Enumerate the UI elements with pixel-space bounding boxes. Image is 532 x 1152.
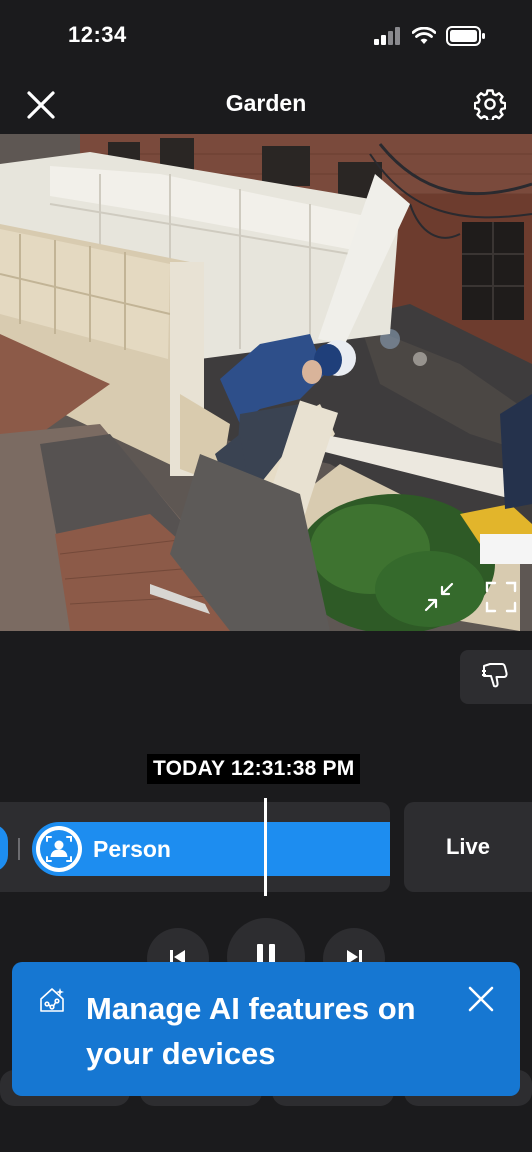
- wifi-icon: [411, 26, 437, 50]
- person-icon: [36, 826, 82, 872]
- camera-video-frame: [0, 134, 532, 631]
- timeline-divider: [18, 838, 20, 860]
- cellular-signal-icon: [374, 27, 402, 50]
- playback-timestamp: TODAY 12:31:38 PM: [147, 754, 361, 784]
- feedback-button[interactable]: [460, 650, 532, 704]
- person-event-chip[interactable]: Person: [32, 822, 390, 876]
- expand-corners-icon[interactable]: [484, 580, 518, 614]
- collapse-arrows-icon[interactable]: [422, 580, 456, 614]
- ai-banner-message: Manage AI features on your devices: [86, 991, 416, 1071]
- battery-icon: [446, 26, 486, 51]
- page-title: Garden: [225, 90, 307, 116]
- event-timeline[interactable]: Person: [0, 802, 390, 892]
- ai-home-icon: [38, 986, 66, 1014]
- header: Garden: [0, 72, 532, 134]
- previous-event-chip[interactable]: [0, 824, 8, 872]
- status-time: 12:34: [68, 22, 127, 47]
- ai-features-banner[interactable]: Manage AI features on your devices: [12, 962, 520, 1096]
- live-button[interactable]: Live: [404, 802, 532, 892]
- playhead[interactable]: [264, 798, 267, 896]
- status-bar: 12:34: [0, 0, 532, 72]
- close-icon[interactable]: [466, 984, 496, 1014]
- event-label: Person: [93, 835, 171, 862]
- thumbs-down-icon: [480, 660, 512, 695]
- status-icons: [374, 26, 486, 51]
- camera-feed[interactable]: [0, 134, 532, 631]
- gear-icon[interactable]: [473, 88, 507, 123]
